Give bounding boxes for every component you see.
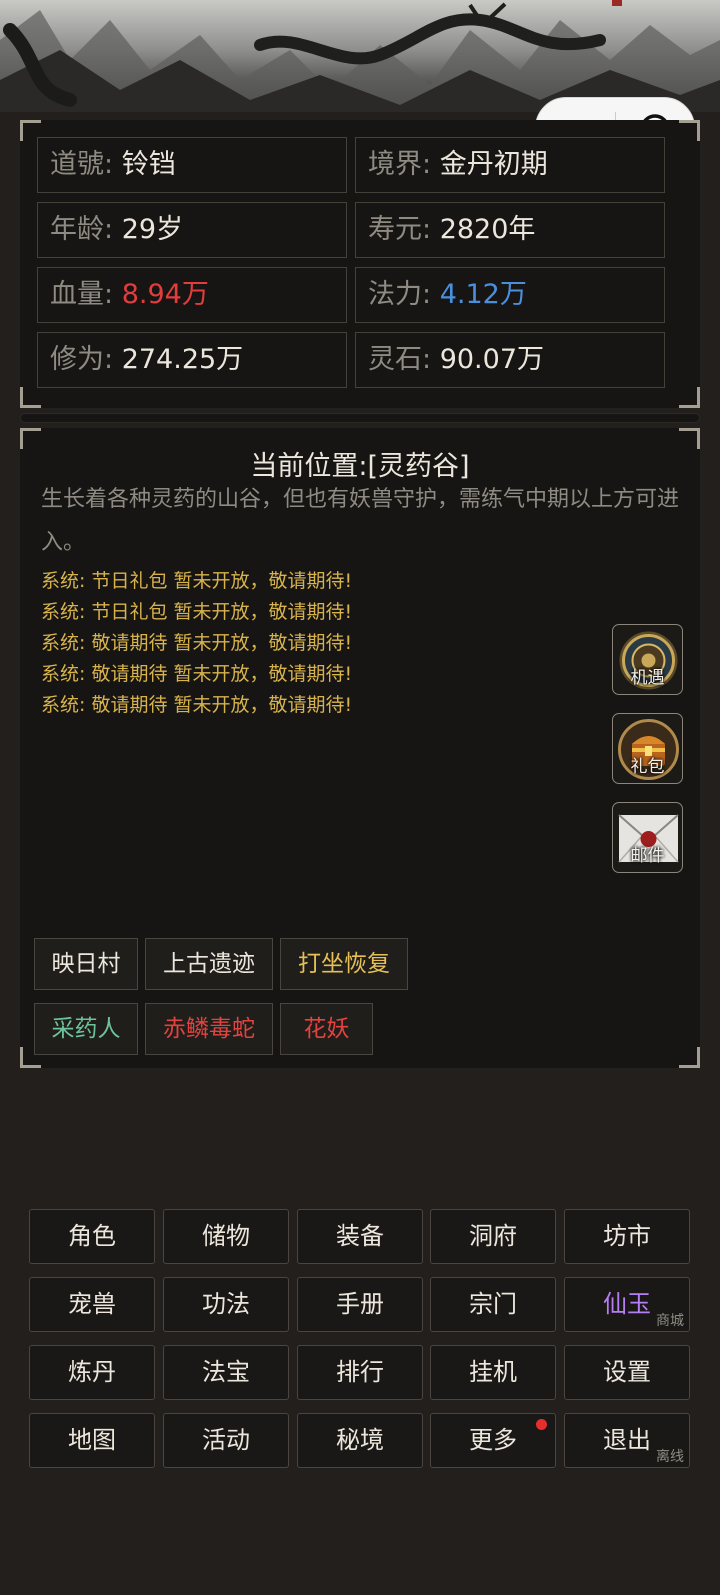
menu-pets[interactable]: 宠兽	[29, 1277, 155, 1332]
corner-ornament	[679, 387, 700, 408]
menu-more-label: 更多	[469, 1426, 517, 1454]
stat-label: 血量:	[50, 279, 114, 310]
menu-events[interactable]: 活动	[163, 1413, 289, 1468]
corner-ornament	[679, 120, 700, 141]
side-button-label: 邮件	[630, 846, 665, 866]
menu-exit-label: 退出	[603, 1426, 651, 1454]
stat-label: 寿元:	[368, 214, 432, 245]
gift-pack-button[interactable]: 礼包	[612, 713, 683, 784]
menu-storage[interactable]: 储物	[163, 1209, 289, 1264]
monster-red-scale-snake-button[interactable]: 赤鳞毒蛇	[145, 1003, 273, 1055]
menu-offline-sublabel: 离线	[656, 1449, 684, 1465]
fortune-button[interactable]: 机遇	[612, 624, 683, 695]
menu-jade-shop[interactable]: 仙玉 商城	[564, 1277, 690, 1332]
stat-age: 年龄: 29岁	[37, 202, 347, 258]
panel-divider	[20, 413, 700, 423]
side-button-label: 机遇	[630, 668, 665, 688]
stat-value: 274.25万	[121, 344, 244, 375]
menu-more[interactable]: 更多	[430, 1413, 556, 1468]
ink-landscape-dragon-art	[0, 0, 720, 112]
menu-market[interactable]: 坊市	[564, 1209, 690, 1264]
menu-idle[interactable]: 挂机	[430, 1345, 556, 1400]
stat-value: 铃铛	[121, 149, 176, 180]
stat-hp: 血量: 8.94万	[37, 267, 347, 323]
menu-ranking[interactable]: 排行	[297, 1345, 423, 1400]
menu-shop-sublabel: 商城	[656, 1313, 684, 1329]
menu-map[interactable]: 地图	[29, 1413, 155, 1468]
system-message: 系统: 敬请期待 暂未开放，敬请期待!	[41, 663, 353, 685]
menu-techniques[interactable]: 功法	[163, 1277, 289, 1332]
notification-dot	[536, 1419, 547, 1430]
monster-flower-demon-button[interactable]: 花妖	[280, 1003, 373, 1055]
menu-character[interactable]: 角色	[29, 1209, 155, 1264]
menu-handbook[interactable]: 手册	[297, 1277, 423, 1332]
stat-realm: 境界: 金丹初期	[355, 137, 665, 193]
stat-lifespan: 寿元: 2820年	[355, 202, 665, 258]
stat-label: 道號:	[50, 149, 114, 180]
stat-spirit-stones: 灵石: 90.07万	[355, 332, 665, 388]
side-button-label: 礼包	[630, 757, 665, 777]
character-stats-panel: 道號: 铃铛 境界: 金丹初期 年龄: 29岁 寿元: 2820年 血量: 8.…	[20, 120, 700, 408]
menu-exit[interactable]: 退出 离线	[564, 1413, 690, 1468]
system-message-log: 系统: 节日礼包 暂未开放，敬请期待! 系统: 节日礼包 暂未开放，敬请期待! …	[41, 566, 352, 721]
menu-magic-treasure[interactable]: 法宝	[163, 1345, 289, 1400]
corner-ornament	[679, 1047, 700, 1068]
menu-sect[interactable]: 宗门	[430, 1277, 556, 1332]
location-description: 生长着各种灵药的山谷，但也有妖兽守护，需练气中期以上方可进入。	[41, 487, 680, 555]
menu-secret-realm[interactable]: 秘境	[297, 1413, 423, 1468]
stat-value: 2820年	[439, 214, 536, 245]
stat-label: 修为:	[50, 344, 114, 375]
stat-value: 8.94万	[121, 279, 209, 310]
menu-equipment[interactable]: 装备	[297, 1209, 423, 1264]
travel-button-yingri-village[interactable]: 映日村	[34, 938, 138, 990]
stat-mp: 法力: 4.12万	[355, 267, 665, 323]
system-message: 系统: 敬请期待 暂未开放，敬请期待!	[41, 632, 353, 654]
menu-alchemy[interactable]: 炼丹	[29, 1345, 155, 1400]
travel-button-ancient-ruins[interactable]: 上古遗迹	[145, 938, 273, 990]
stat-value: 90.07万	[439, 344, 544, 375]
menu-settings[interactable]: 设置	[564, 1345, 690, 1400]
system-message: 系统: 敬请期待 暂未开放，敬请期待!	[41, 694, 353, 716]
stat-daohao: 道號: 铃铛	[37, 137, 347, 193]
header-banner	[0, 0, 720, 112]
stat-label: 年龄:	[50, 214, 114, 245]
stat-cultivation: 修为: 274.25万	[37, 332, 347, 388]
stat-label: 灵石:	[368, 344, 432, 375]
stat-value: 29岁	[121, 214, 184, 245]
stat-value: 金丹初期	[439, 149, 548, 180]
menu-jade-label: 仙玉	[603, 1290, 651, 1318]
menu-cave-dwelling[interactable]: 洞府	[430, 1209, 556, 1264]
stat-value: 4.12万	[439, 279, 527, 310]
meditate-recover-button[interactable]: 打坐恢复	[280, 938, 408, 990]
system-message: 系统: 节日礼包 暂未开放，敬请期待!	[41, 601, 353, 623]
stat-label: 境界:	[368, 149, 432, 180]
stat-label: 法力:	[368, 279, 432, 310]
system-message: 系统: 节日礼包 暂未开放，敬请期待!	[41, 570, 353, 592]
mail-button[interactable]: 邮件	[612, 802, 683, 873]
npc-herb-gatherer-button[interactable]: 采药人	[34, 1003, 138, 1055]
corner-ornament	[20, 387, 41, 408]
